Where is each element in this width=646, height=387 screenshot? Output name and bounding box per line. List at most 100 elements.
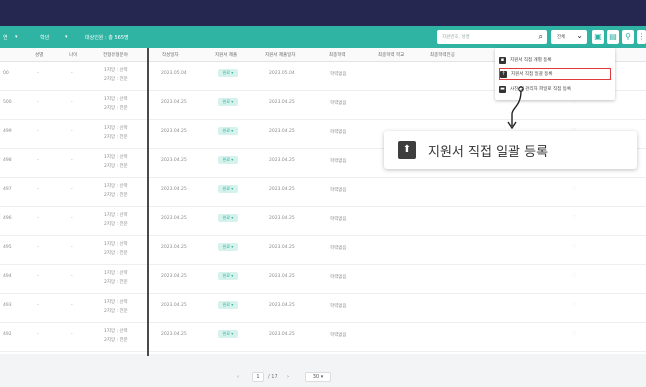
table-row[interactable]: 496 - - 1지망 : 산학 2지망 : 전문 2023.04.25 2023.04.2…: [0, 207, 646, 236]
cell-date: 2023.04.25: [161, 129, 187, 134]
page-size-select[interactable]: 30 ▾: [305, 372, 331, 382]
table-row[interactable]: 497 - - 1지망 : 산학 2지망 : 전문 2023.04.25 2023.04.2…: [0, 178, 646, 207]
page-size-value: 30: [312, 374, 320, 380]
status-badge[interactable]: 완료 ▾: [218, 127, 238, 135]
more-icon[interactable]: ⋮: [637, 30, 646, 44]
cell-type1: 1지망 : 산학: [104, 155, 128, 160]
app-topbar: [0, 0, 646, 26]
row-action-icon[interactable]: ◌: [572, 186, 576, 191]
header-submit-date[interactable]: 지원서 제출일자: [265, 52, 295, 58]
header-status[interactable]: 지원서 제출: [215, 52, 237, 58]
cell-gender: -: [37, 332, 39, 337]
search-icon[interactable]: ⌕: [539, 32, 543, 42]
cell-id: 498: [3, 158, 12, 163]
cell-type2: 2지망 : 전문: [104, 193, 128, 198]
add-user-icon[interactable]: ⚲: [622, 30, 634, 44]
cell-submit_date: 2023.04.25: [269, 187, 295, 192]
header-school[interactable]: 최종학력 학교: [378, 52, 404, 58]
cell-type1: 1지망 : 산학: [104, 329, 128, 334]
filter-target-count: 대상인원 : 총 565명: [85, 34, 129, 41]
cell-date: 2023.04.25: [161, 187, 187, 192]
cell-date: 2023.04.25: [161, 303, 187, 308]
status-badge[interactable]: 완료 ▾: [218, 330, 238, 338]
cell-type1: 1지망 : 산학: [104, 300, 128, 305]
table-body: 00 - - 1지망 : 산학 2지망 : 전문 2023.05.04 2023.05.04…: [0, 62, 646, 354]
search-input[interactable]: 지원번호, 성명 ⌕: [437, 30, 547, 44]
cell-age: -: [71, 303, 73, 308]
cell-type1: 1지망 : 산학: [104, 126, 128, 131]
status-badge[interactable]: 완료 ▾: [218, 98, 238, 106]
cell-date: 2023.04.25: [161, 216, 187, 221]
cell-age: -: [71, 332, 73, 337]
column-divider[interactable]: [147, 48, 149, 356]
callout-arrow: [507, 86, 524, 130]
cell-edu: 학력없음: [330, 275, 347, 280]
cell-type2: 2지망 : 전문: [104, 135, 128, 140]
save-icon[interactable]: ▣: [592, 30, 604, 44]
cell-gender: -: [37, 216, 39, 221]
header-age[interactable]: 나이: [69, 52, 77, 58]
excel-icon[interactable]: ▤: [607, 30, 619, 44]
status-badge[interactable]: 완료 ▾: [218, 69, 238, 77]
status-badge[interactable]: 완료 ▾: [218, 156, 238, 164]
header-gender[interactable]: 성별: [35, 52, 43, 58]
cell-age: -: [71, 71, 73, 76]
cell-date: 2023.04.25: [161, 332, 187, 337]
cell-submit_date: 2023.04.25: [269, 100, 295, 105]
cell-date: 2023.04.25: [161, 100, 187, 105]
row-action-icon[interactable]: ◌: [572, 215, 576, 220]
status-select[interactable]: 전체 ⌄: [551, 30, 587, 44]
next-page-icon[interactable]: ›: [287, 374, 289, 380]
status-badge[interactable]: 완료 ▾: [218, 301, 238, 309]
cell-type1: 1지망 : 산학: [104, 242, 128, 247]
cell-gender: -: [37, 245, 39, 250]
cell-type2: 2지망 : 전문: [104, 251, 128, 256]
status-badge[interactable]: 완료 ▾: [218, 243, 238, 251]
cell-id: 00: [3, 71, 9, 76]
cell-age: -: [71, 245, 73, 250]
cell-type1: 1지망 : 산학: [104, 184, 128, 189]
cell-edu: 학력없음: [330, 217, 347, 222]
header-education[interactable]: 최종학력: [329, 52, 346, 58]
row-action-icon[interactable]: ◌: [572, 273, 576, 278]
filter-grade[interactable]: 학년: [40, 34, 49, 41]
row-action-icon[interactable]: ◌: [572, 331, 576, 336]
bulk-register-callout: ⬆ 지원서 직접 일괄 등록: [384, 131, 637, 169]
row-action-icon[interactable]: ◌: [572, 244, 576, 249]
table-row[interactable]: 494 - - 1지망 : 산학 2지망 : 전문 2023.04.25 2023.04.2…: [0, 265, 646, 294]
cell-type1: 1지망 : 산학: [104, 68, 128, 73]
upload-icon: ↑: [500, 70, 507, 78]
person-icon: ▪: [499, 56, 506, 64]
menu-item-label: 지원서 직접 일괄 등록: [511, 72, 553, 77]
status-badge[interactable]: 완료 ▾: [218, 214, 238, 222]
cell-submit_date: 2023.04.25: [269, 274, 295, 279]
cell-id: 500: [3, 100, 12, 105]
header-type[interactable]: 전형유형분야: [103, 52, 128, 58]
cell-age: -: [71, 129, 73, 134]
header-date[interactable]: 작성일자: [162, 52, 179, 58]
cell-edu: 학력없음: [330, 101, 347, 106]
table-row[interactable]: 492 - - 1지망 : 산학 2지망 : 전문 2023.04.25 2023.04.2…: [0, 323, 646, 352]
menu-item-bulk-register[interactable]: ↑ 지원서 직접 일괄 등록: [499, 68, 611, 80]
row-action-icon[interactable]: ◌: [572, 302, 576, 307]
prev-page-icon[interactable]: ‹: [237, 374, 239, 380]
upload-icon: ⬆: [398, 141, 416, 159]
current-page-input[interactable]: 1: [252, 372, 264, 382]
cell-type1: 1지망 : 산학: [104, 271, 128, 276]
cell-gender: -: [37, 100, 39, 105]
table-row[interactable]: 493 - - 1지망 : 산학 2지망 : 전문 2023.04.25 2023.04.2…: [0, 294, 646, 323]
menu-item-individual-register[interactable]: ▪ 지원서 직접 개별 등록: [499, 54, 611, 66]
filter-year[interactable]: 연: [3, 34, 8, 41]
chevron-down-icon: ▾: [65, 34, 68, 40]
cell-type2: 2지망 : 전문: [104, 309, 128, 314]
header-major[interactable]: 최종학력전공: [430, 52, 455, 58]
chevron-down-icon: ⌄: [576, 31, 583, 40]
cell-date: 2023.04.25: [161, 245, 187, 250]
status-badge[interactable]: 완료 ▾: [218, 272, 238, 280]
status-badge[interactable]: 완료 ▾: [218, 185, 238, 193]
cell-id: 496: [3, 216, 12, 221]
cell-id: 493: [3, 303, 12, 308]
table-row[interactable]: 495 - - 1지망 : 산학 2지망 : 전문 2023.04.25 2023.04.2…: [0, 236, 646, 265]
cell-edu: 학력없음: [330, 159, 347, 164]
cell-gender: -: [37, 158, 39, 163]
